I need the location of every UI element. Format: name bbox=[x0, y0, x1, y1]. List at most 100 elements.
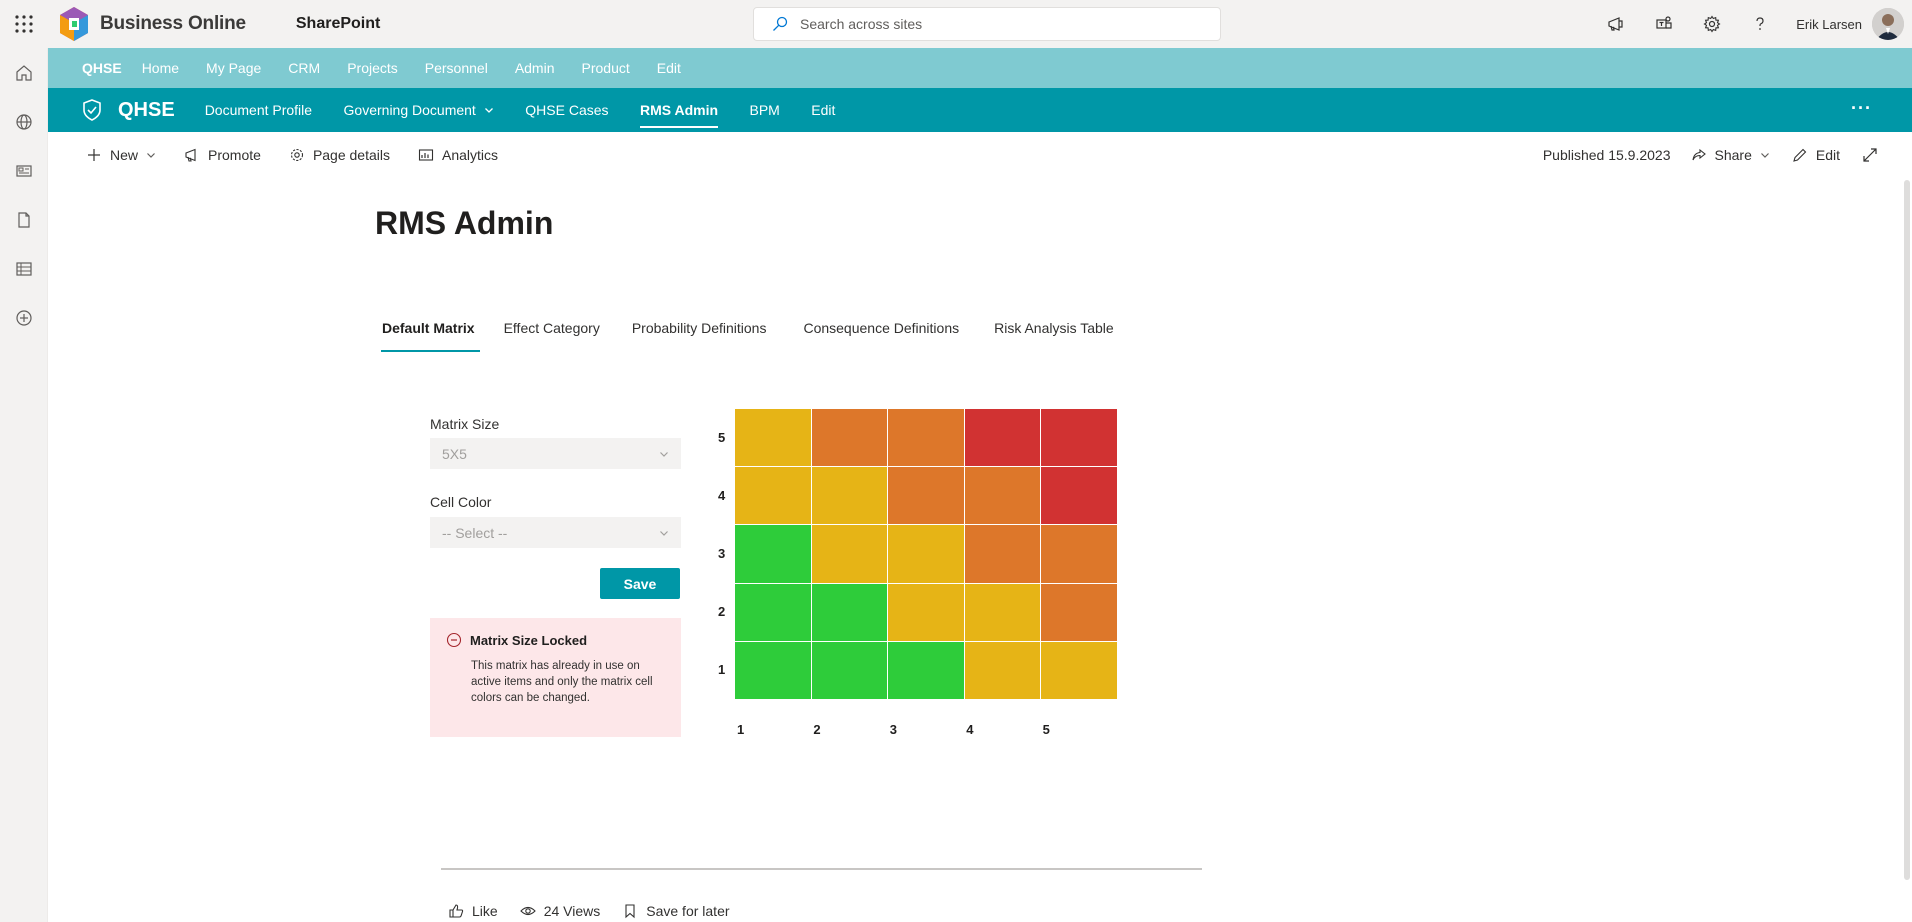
app-name[interactable]: SharePoint bbox=[296, 15, 380, 33]
site-nav-governing-document[interactable]: Governing Document bbox=[344, 88, 494, 132]
home-icon[interactable] bbox=[0, 48, 48, 97]
like-button[interactable]: Like bbox=[448, 903, 498, 919]
matrix-cell[interactable] bbox=[1041, 583, 1117, 641]
cell-color-value: -- Select -- bbox=[442, 524, 508, 541]
add-circle-icon[interactable] bbox=[0, 293, 48, 342]
published-status: Published 15.9.2023 bbox=[1542, 147, 1671, 163]
teams-icon[interactable] bbox=[1640, 0, 1688, 48]
edit-button[interactable]: Edit bbox=[1792, 147, 1840, 163]
matrix-cell[interactable] bbox=[888, 525, 964, 583]
chevron-down-icon bbox=[660, 451, 668, 457]
hub-title-link[interactable]: QHSE bbox=[82, 60, 122, 76]
matrix-cell[interactable] bbox=[1041, 467, 1117, 525]
matrix-cell[interactable] bbox=[811, 641, 888, 699]
avatar[interactable] bbox=[1872, 8, 1904, 40]
promote-button[interactable]: Promote bbox=[184, 147, 261, 163]
hub-nav-product[interactable]: Product bbox=[582, 60, 630, 76]
matrix-cell[interactable] bbox=[888, 409, 964, 467]
matrix-cell[interactable] bbox=[735, 525, 811, 583]
matrix-x-label: 1 bbox=[737, 722, 745, 737]
site-title[interactable]: QHSE bbox=[118, 99, 175, 122]
site-nav-edit[interactable]: Edit bbox=[811, 88, 835, 132]
matrix-cell[interactable] bbox=[888, 583, 964, 641]
shield-check-icon[interactable] bbox=[80, 98, 104, 122]
views-label: 24 Views bbox=[543, 903, 601, 919]
site-nav-bpm[interactable]: BPM bbox=[749, 88, 779, 132]
matrix-cell[interactable] bbox=[811, 583, 888, 641]
matrix-cell[interactable] bbox=[735, 641, 811, 699]
site-nav-label: Governing Document bbox=[343, 102, 476, 118]
search-input[interactable] bbox=[800, 16, 1180, 32]
analytics-label: Analytics bbox=[442, 147, 499, 163]
document-icon[interactable] bbox=[0, 195, 48, 244]
tab-default-matrix[interactable]: Default Matrix bbox=[381, 320, 480, 352]
site-nav-qhse-cases[interactable]: QHSE Cases bbox=[525, 88, 608, 132]
matrix-y-label: 4 bbox=[718, 488, 726, 503]
expand-button[interactable] bbox=[1862, 147, 1878, 163]
matrix-cell[interactable] bbox=[888, 467, 964, 525]
matrix-size-dropdown[interactable]: 5X5 bbox=[430, 438, 681, 469]
analytics-button[interactable]: Analytics bbox=[418, 147, 498, 163]
risk-matrix-grid bbox=[735, 409, 1117, 699]
matrix-y-label: 3 bbox=[718, 546, 726, 561]
matrix-cell[interactable] bbox=[811, 409, 888, 467]
site-nav-document-profile[interactable]: Document Profile bbox=[205, 88, 312, 132]
hub-nav-my-page[interactable]: My Page bbox=[206, 60, 261, 76]
chevron-down-icon bbox=[147, 153, 155, 158]
new-button[interactable]: New bbox=[86, 147, 156, 163]
thumbs-up-icon bbox=[449, 904, 464, 918]
tab-risk-analysis-table[interactable]: Risk Analysis Table bbox=[993, 320, 1115, 352]
matrix-cell[interactable] bbox=[964, 409, 1041, 467]
gear-icon[interactable] bbox=[1688, 0, 1736, 48]
matrix-cell[interactable] bbox=[964, 467, 1041, 525]
search-box[interactable] bbox=[753, 7, 1221, 41]
matrix-x-label: 4 bbox=[966, 722, 974, 737]
matrix-cell[interactable] bbox=[811, 525, 888, 583]
globe-icon[interactable] bbox=[0, 97, 48, 146]
expand-icon bbox=[1863, 148, 1877, 162]
tab-effect-category[interactable]: Effect Category bbox=[503, 320, 601, 352]
matrix-cell[interactable] bbox=[735, 409, 811, 467]
hub-nav-edit[interactable]: Edit bbox=[657, 60, 681, 76]
news-icon[interactable] bbox=[0, 146, 48, 195]
matrix-cell[interactable] bbox=[964, 641, 1041, 699]
megaphone-icon bbox=[185, 148, 196, 162]
matrix-cell[interactable] bbox=[735, 583, 811, 641]
brand-logo[interactable]: Business Online bbox=[54, 4, 246, 44]
business-online-logo-icon bbox=[60, 7, 88, 41]
list-icon[interactable] bbox=[0, 244, 48, 293]
matrix-cell[interactable] bbox=[964, 525, 1041, 583]
matrix-cell[interactable] bbox=[964, 583, 1041, 641]
page-details-button[interactable]: Page details bbox=[289, 147, 390, 163]
hub-nav-admin[interactable]: Admin bbox=[515, 60, 555, 76]
app-launcher-icon[interactable] bbox=[0, 0, 48, 48]
save-for-later-button[interactable]: Save for later bbox=[622, 903, 730, 919]
hub-nav-crm[interactable]: CRM bbox=[288, 60, 320, 76]
hub-nav-personnel[interactable]: Personnel bbox=[425, 60, 488, 76]
tab-probability-definitions[interactable]: Probability Definitions bbox=[631, 320, 768, 352]
matrix-cell[interactable] bbox=[1041, 409, 1117, 467]
share-button[interactable]: Share bbox=[1691, 147, 1770, 163]
page-scrollbar[interactable] bbox=[1904, 180, 1910, 880]
help-icon[interactable] bbox=[1736, 0, 1784, 48]
suite-bar: Business Online SharePoint Erik Larsen bbox=[0, 0, 1912, 48]
cell-color-dropdown[interactable]: -- Select -- bbox=[430, 517, 681, 548]
hub-nav-projects[interactable]: Projects bbox=[347, 60, 398, 76]
like-label: Like bbox=[472, 903, 498, 919]
matrix-x-label: 5 bbox=[1042, 722, 1050, 737]
tab-consequence-definitions[interactable]: Consequence Definitions bbox=[802, 320, 960, 352]
matrix-cell[interactable] bbox=[888, 641, 964, 699]
matrix-cell[interactable] bbox=[735, 467, 811, 525]
site-nav-rms-admin[interactable]: RMS Admin bbox=[639, 88, 719, 132]
hub-nav-home[interactable]: Home bbox=[142, 60, 179, 76]
user-name[interactable]: Erik Larsen bbox=[1796, 17, 1862, 32]
chevron-down-icon bbox=[484, 108, 493, 113]
megaphone-icon[interactable] bbox=[1592, 0, 1640, 48]
more-options-button[interactable]: ··· bbox=[1851, 98, 1872, 119]
command-bar: New Promote Page details Analytics Publi… bbox=[48, 132, 1912, 178]
save-button[interactable]: Save bbox=[600, 568, 680, 599]
matrix-cell[interactable] bbox=[811, 467, 888, 525]
matrix-cell[interactable] bbox=[1041, 641, 1117, 699]
matrix-cell[interactable] bbox=[1041, 525, 1117, 583]
page-details-label: Page details bbox=[312, 147, 390, 163]
